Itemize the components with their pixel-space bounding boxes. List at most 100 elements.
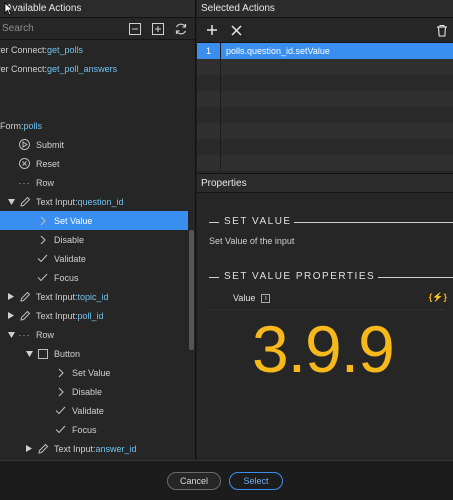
search-input[interactable] [0,18,110,39]
reset-icon [18,157,31,170]
tree-item[interactable]: Validate [0,249,188,268]
selected-action-row[interactable] [197,123,453,139]
tree-item[interactable]: ··· Row [0,325,188,344]
selected-action-row[interactable] [197,59,453,75]
tree-item[interactable]: Set Value [0,363,188,382]
tree-item[interactable]: Server Connect: get_poll_answers [0,59,188,78]
selected-actions-toolbar [197,18,453,43]
close-icon[interactable] [229,23,243,37]
tree-item[interactable]: ··· Row [0,173,188,192]
tree-item-id: answer_id [95,443,137,454]
action-description: Set Value of the input [209,236,295,246]
tree-item[interactable]: Set Value [0,211,188,230]
pencil-icon [36,442,49,455]
tree-item-label: Submit [36,139,65,150]
tree-item-label: Server Connect: [0,44,48,55]
divider [209,277,219,278]
tree-item-id: get_poll_answers [47,63,118,74]
add-icon[interactable] [205,23,219,37]
tree-item[interactable]: Text Input: poll_id [0,306,188,325]
tree-item-id: polls [23,120,43,131]
play-icon [18,138,31,151]
tree-item-id: topic_id [77,291,109,302]
selected-action-row[interactable]: 1 polls.question_id.setValue [197,43,453,59]
action-name: polls.question_id.setValue [226,46,330,56]
row-number: 1 [197,43,221,59]
tree-item[interactable]: Form: polls [0,116,188,135]
selected-action-row[interactable] [197,155,453,171]
tree-item[interactable]: Row [0,78,188,97]
row-number [197,59,221,75]
select-button[interactable]: Select [229,472,283,490]
value-input[interactable] [209,309,445,310]
tree-item-label: Form: [0,120,24,131]
left-toolbar [0,18,195,40]
tree-item[interactable]: Button [0,344,188,363]
checkbox-icon [36,347,49,360]
selected-action-row[interactable] [197,139,453,155]
row-number [197,155,221,171]
expanded-icon[interactable] [24,350,34,357]
mouse-cursor-icon [4,2,14,16]
expanded-icon[interactable] [6,198,16,205]
chevron-right-icon [54,385,67,398]
selected-action-row[interactable] [197,75,453,91]
tree-item-label: Row [36,329,55,340]
collapsed-icon[interactable] [6,293,16,300]
tree-item-label: Validate [54,253,86,264]
chevron-right-icon [36,233,49,246]
tree-item-label: Text Input: [36,310,78,321]
cancel-button[interactable]: Cancel [167,472,221,490]
section-set-value-properties: SET VALUE PROPERTIES [224,271,376,282]
scrollbar[interactable] [189,230,194,350]
version-number: 3.9.9 [252,312,395,386]
collapsed-icon[interactable] [24,445,34,452]
expanded-icon[interactable] [6,331,16,338]
collapsed-icon[interactable] [6,312,16,319]
tree-item-label: Text Input: [36,196,78,207]
chevron-right-icon [36,214,49,227]
tree-item[interactable]: Row [0,97,188,116]
check-icon [36,252,49,265]
tree-item[interactable]: Submit [0,135,188,154]
tree-item-label: Focus [72,424,97,435]
tree-item-label: Set Value [54,215,93,226]
tree-item[interactable]: Disable [0,382,188,401]
expand-icon[interactable] [150,21,166,37]
panel-title: Available Actions [0,0,195,18]
tree-item-label: Button [54,348,81,359]
tree-item[interactable]: Reset [0,154,188,173]
tree-item-label: Disable [54,234,85,245]
actions-tree: Server Connect: get_pollsServer Connect:… [0,40,188,458]
tree-item[interactable]: Validate [0,401,188,420]
info-icon[interactable]: i [261,293,271,303]
tree-item-label: Focus [54,272,79,283]
tree-item[interactable]: Disable [0,230,188,249]
dynamic-data-icon[interactable]: {⚡} [429,292,447,303]
value-label: Value [233,293,256,303]
selected-actions-panel: Selected Actions 1 polls.question_id.setV… [197,0,453,460]
dots-icon: ··· [18,329,31,340]
trash-icon[interactable] [435,23,449,37]
tree-item-label: Text Input: [54,443,96,454]
tree-item-label: Set Value [72,367,111,378]
selected-action-row[interactable] [197,91,453,107]
tree-item[interactable]: Focus [0,420,188,439]
row-number [197,91,221,107]
tree-item[interactable]: Focus [0,268,188,287]
tree-item[interactable]: Text Input: question_id [0,192,188,211]
collapse-icon[interactable] [127,21,143,37]
check-icon [54,423,67,436]
tree-item-label: Row [36,177,55,188]
properties-title: Properties [197,173,453,193]
pencil-icon [18,309,31,322]
row-number [197,75,221,91]
tree-item[interactable]: Text Input: topic_id [0,287,188,306]
tree-item-label: Text Input: [36,291,78,302]
tree-item-id: question_id [77,196,124,207]
tree-item[interactable]: Text Input: answer_id [0,439,188,458]
selected-action-row[interactable] [197,107,453,123]
divider [209,222,219,223]
refresh-icon[interactable] [173,21,189,37]
tree-item[interactable]: Server Connect: get_polls [0,40,188,59]
